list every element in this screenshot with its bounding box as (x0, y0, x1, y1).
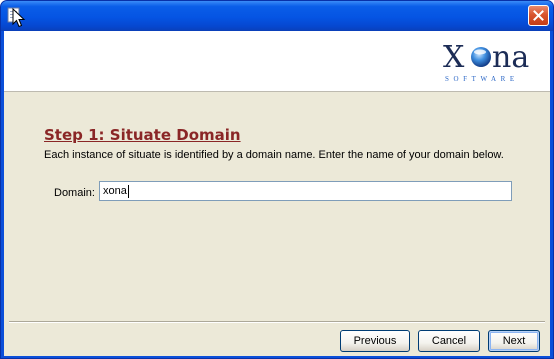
step-description: Each instance of situate is identified b… (44, 149, 504, 161)
title-bar[interactable] (1, 1, 553, 31)
close-button[interactable] (528, 5, 549, 26)
next-button[interactable]: Next (488, 330, 540, 352)
header-banner: X na SOFTWARE (4, 31, 550, 92)
client-area: X na SOFTWARE Step 1: Situate Domain Eac… (4, 31, 550, 356)
xona-logo: X na SOFTWARE (443, 40, 529, 83)
step-title: Step 1: Situate Domain (44, 126, 241, 144)
text-caret (127, 184, 129, 198)
previous-button[interactable]: Previous (340, 330, 410, 352)
logo-tagline: SOFTWARE (445, 75, 519, 83)
cancel-button[interactable]: Cancel (418, 330, 480, 352)
domain-label: Domain: (54, 187, 95, 199)
logo-letters-na: na (492, 40, 529, 75)
close-icon (533, 10, 544, 21)
logo-letter-x: X (443, 40, 465, 75)
button-separator (9, 321, 545, 323)
mouse-cursor-icon (12, 8, 26, 28)
wizard-step-panel: Step 1: Situate Domain Each instance of … (4, 92, 550, 356)
installer-window: X na SOFTWARE Step 1: Situate Domain Eac… (0, 0, 554, 359)
domain-input-value: xona (103, 185, 127, 197)
domain-input[interactable]: xona (99, 181, 512, 201)
